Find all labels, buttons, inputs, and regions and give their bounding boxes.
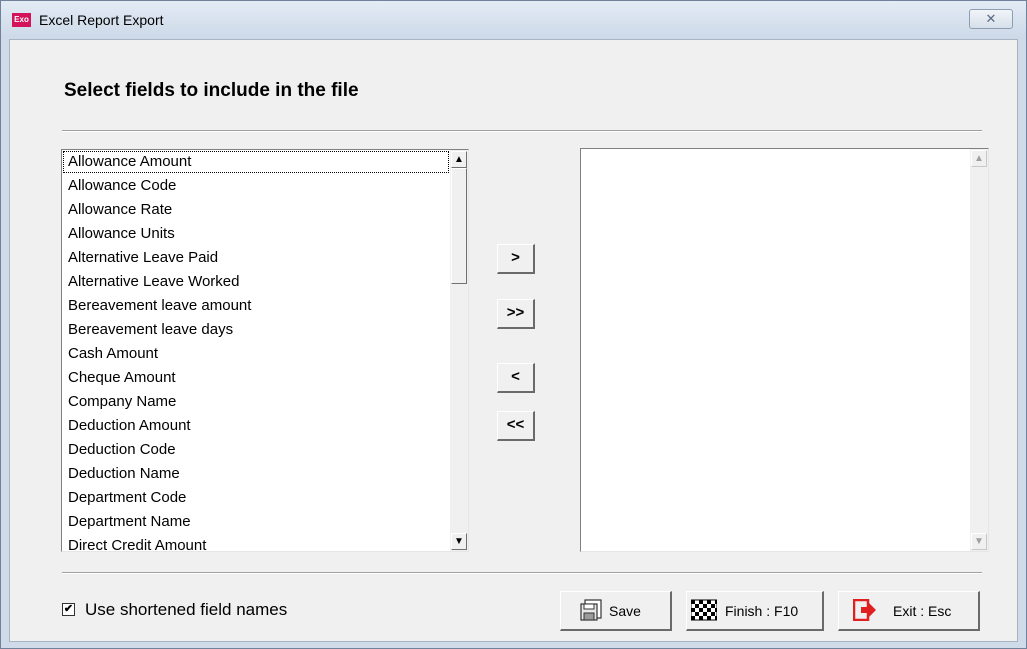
available-field-item[interactable]: Direct Credit Amount: [62, 534, 450, 551]
exit-arrow-icon: [853, 599, 876, 621]
scroll-thumb[interactable]: [451, 168, 467, 284]
exit-label: Exit : Esc: [893, 603, 952, 619]
scroll-down-arrow-icon: ▼: [454, 536, 464, 547]
available-field-item[interactable]: Department Code: [62, 486, 450, 510]
finish-button[interactable]: Finish : F10: [686, 591, 824, 631]
available-field-item[interactable]: Allowance Code: [62, 174, 450, 198]
finish-label: Finish : F10: [725, 603, 799, 619]
save-button[interactable]: Save: [560, 591, 672, 631]
excel-report-export-window: Exo Excel Report Export ✕ Select fields …: [0, 0, 1027, 649]
available-field-item[interactable]: Allowance Rate: [62, 198, 450, 222]
bottom-separator: [62, 572, 982, 574]
remove-field-button[interactable]: <: [497, 363, 535, 393]
available-field-item[interactable]: Alternative Leave Paid: [62, 246, 450, 270]
exit-button[interactable]: Exit : Esc: [838, 591, 980, 631]
available-field-item[interactable]: Cash Amount: [62, 342, 450, 366]
top-separator: [62, 130, 982, 132]
available-field-item[interactable]: Allowance Amount: [62, 150, 450, 174]
available-fields-items: Allowance Amount Allowance Code Allowance …: [62, 150, 450, 551]
window-title: Excel Report Export: [39, 12, 164, 28]
dialog-heading: Select fields to include in the file: [64, 80, 359, 101]
available-field-item[interactable]: Deduction Name: [62, 462, 450, 486]
save-label: Save: [609, 603, 641, 619]
scroll-up-button-disabled: ▲: [971, 150, 987, 167]
add-all-fields-button[interactable]: >>: [497, 299, 535, 329]
available-field-item[interactable]: Company Name: [62, 390, 450, 414]
available-field-item[interactable]: Bereavement leave days: [62, 318, 450, 342]
scroll-up-arrow-icon: ▲: [454, 154, 464, 165]
available-field-item[interactable]: Alternative Leave Worked: [62, 270, 450, 294]
floppy-disk-icon: [580, 599, 602, 621]
add-field-button[interactable]: >: [497, 244, 535, 274]
remove-all-fields-button[interactable]: <<: [497, 411, 535, 441]
selected-fields-items: [581, 149, 970, 551]
available-fields-list[interactable]: Allowance Amount Allowance Code Allowance …: [61, 149, 469, 552]
available-field-item[interactable]: Bereavement leave amount: [62, 294, 450, 318]
close-icon: ✕: [985, 11, 997, 26]
scroll-up-arrow-icon: ▲: [974, 153, 984, 164]
scroll-down-button-disabled: ▼: [971, 533, 987, 550]
title-bar: Exo Excel Report Export ✕: [1, 1, 1026, 39]
check-mark-icon: ✔: [63, 603, 74, 615]
available-field-item[interactable]: Cheque Amount: [62, 366, 450, 390]
selected-fields-list[interactable]: ▲ ▼: [580, 148, 989, 552]
shortened-field-names-checkbox[interactable]: ✔: [62, 603, 75, 616]
available-field-item[interactable]: Allowance Units: [62, 222, 450, 246]
close-button[interactable]: ✕: [969, 9, 1013, 29]
available-field-item[interactable]: Deduction Code: [62, 438, 450, 462]
shortened-field-names-label: Use shortened field names: [85, 600, 288, 619]
available-fields-scrollbar[interactable]: ▲ ▼: [450, 150, 468, 551]
scroll-up-button[interactable]: ▲: [451, 151, 467, 168]
exo-app-icon: Exo: [12, 13, 31, 27]
available-field-item[interactable]: Deduction Amount: [62, 414, 450, 438]
scroll-down-button[interactable]: ▼: [451, 533, 467, 550]
checkered-flag-icon: [691, 599, 717, 621]
available-field-item[interactable]: Department Name: [62, 510, 450, 534]
dialog-body: Select fields to include in the file All…: [9, 39, 1018, 642]
selected-fields-scrollbar[interactable]: ▲ ▼: [970, 149, 988, 551]
scroll-down-arrow-icon: ▼: [974, 536, 984, 547]
